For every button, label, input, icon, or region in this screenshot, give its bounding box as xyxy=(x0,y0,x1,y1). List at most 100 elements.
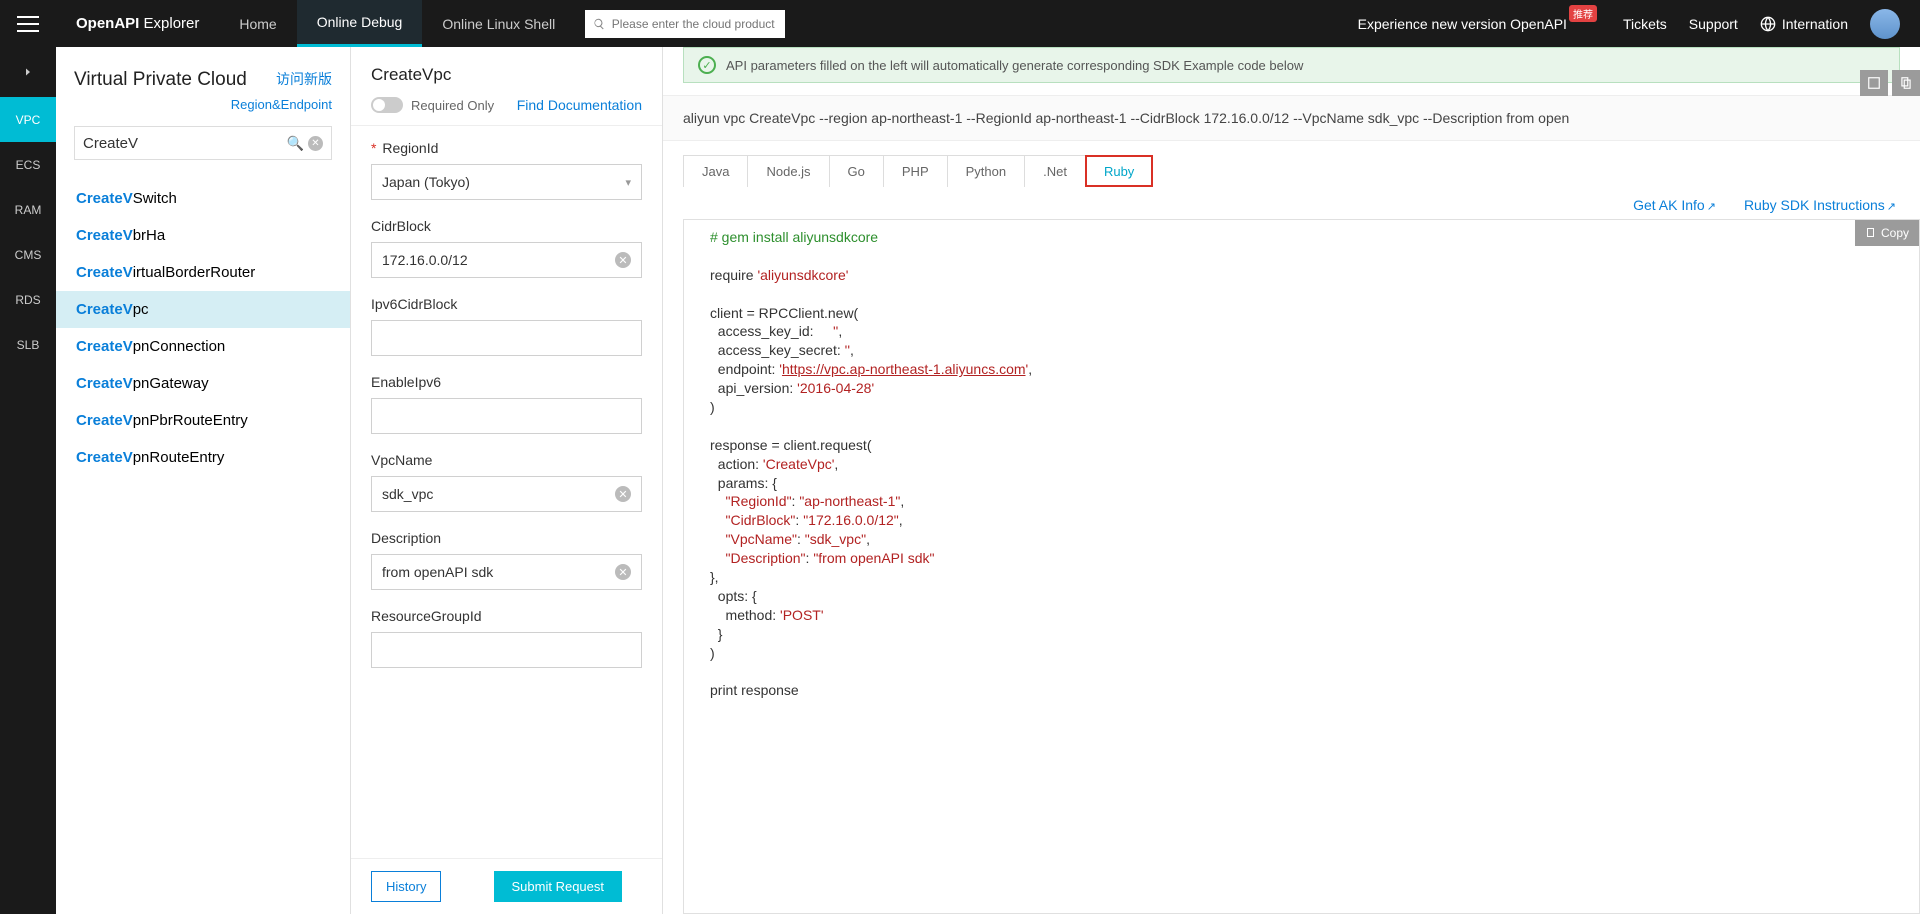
params-panel: CreateVpc Required Only Find Documentati… xyxy=(351,47,663,914)
lang-tab-python[interactable]: Python xyxy=(947,155,1025,187)
field-regionid: * RegionId Japan (Tokyo)▾ xyxy=(371,140,642,200)
field-control[interactable]: ✕ xyxy=(371,242,642,278)
field-input[interactable] xyxy=(382,408,631,424)
topbar: OpenAPI Explorer Home Online Debug Onlin… xyxy=(0,0,1920,47)
rail-rds[interactable]: RDS xyxy=(0,277,56,322)
internation-link[interactable]: Internation xyxy=(1760,16,1848,32)
field-label: ResourceGroupId xyxy=(371,608,642,624)
field-control[interactable]: ✕ xyxy=(371,476,642,512)
api-item[interactable]: CreateVpnGateway xyxy=(56,365,350,402)
cmd-copy-icon[interactable] xyxy=(1892,70,1920,96)
service-title: Virtual Private Cloud xyxy=(74,69,247,91)
code-editor[interactable]: Copy # gem install aliyunsdkcore require… xyxy=(683,219,1920,914)
tickets-link[interactable]: Tickets xyxy=(1623,16,1667,32)
api-item[interactable]: CreateVpc xyxy=(56,291,350,328)
field-input[interactable] xyxy=(382,252,631,268)
avatar[interactable] xyxy=(1870,9,1900,39)
info-banner: ✓ API parameters filled on the left will… xyxy=(683,47,1900,83)
experience-link[interactable]: Experience new version OpenAPI推荐 xyxy=(1358,15,1601,32)
field-vpcname: VpcName ✕ xyxy=(371,452,642,512)
lang-tab-node.js[interactable]: Node.js xyxy=(747,155,829,187)
field-control[interactable] xyxy=(371,398,642,434)
search-icon[interactable]: 🔍 xyxy=(287,135,304,152)
field-enableipv6: EnableIpv6 xyxy=(371,374,642,434)
nav-online-debug[interactable]: Online Debug xyxy=(297,0,423,47)
lang-tab-php[interactable]: PHP xyxy=(883,155,948,187)
api-filter-input[interactable] xyxy=(83,135,283,152)
field-ipv6cidrblock: Ipv6CidrBlock xyxy=(371,296,642,356)
api-list: CreateVSwitchCreateVbrHaCreateVirtualBor… xyxy=(56,170,350,486)
region-endpoint-link[interactable]: Region&Endpoint xyxy=(56,91,350,122)
field-control[interactable] xyxy=(371,632,642,668)
banner-text: API parameters filled on the left will a… xyxy=(726,58,1303,73)
side-rail: VPC ECS RAM CMS RDS SLB xyxy=(0,47,56,914)
copy-icon xyxy=(1865,227,1877,239)
rail-ram[interactable]: RAM xyxy=(0,187,56,232)
field-cidrblock: CidrBlock ✕ xyxy=(371,218,642,278)
support-link[interactable]: Support xyxy=(1689,16,1738,32)
lang-tab-ruby[interactable]: Ruby xyxy=(1085,155,1153,187)
product-search[interactable] xyxy=(585,10,785,38)
product-search-input[interactable] xyxy=(612,17,777,31)
ak-info-link[interactable]: Get AK Info↗ xyxy=(1633,197,1716,213)
params-form: * RegionId Japan (Tokyo)▾ CidrBlock ✕ Ipv6Ci… xyxy=(351,126,662,858)
clear-icon[interactable]: ✕ xyxy=(615,252,631,268)
check-icon: ✓ xyxy=(698,56,716,74)
field-input[interactable] xyxy=(382,564,631,580)
api-item[interactable]: CreateVirtualBorderRouter xyxy=(56,254,350,291)
globe-icon xyxy=(1760,16,1776,32)
sdk-instructions-link[interactable]: Ruby SDK Instructions↗ xyxy=(1744,197,1896,213)
field-label: CidrBlock xyxy=(371,218,642,234)
clear-icon[interactable]: ✕ xyxy=(615,486,631,502)
field-description: Description ✕ xyxy=(371,530,642,590)
cli-command: aliyun vpc CreateVpc --region ap-northea… xyxy=(663,95,1920,141)
api-item[interactable]: CreateVSwitch xyxy=(56,180,350,217)
chevron-right-icon xyxy=(22,66,34,78)
menu-icon[interactable] xyxy=(0,0,56,47)
field-input[interactable] xyxy=(382,330,631,346)
clear-icon[interactable]: ✕ xyxy=(308,136,323,151)
field-label: Description xyxy=(371,530,642,546)
rail-slb[interactable]: SLB xyxy=(0,322,56,367)
cli-text: aliyun vpc CreateVpc --region ap-northea… xyxy=(683,110,1569,126)
nav-linux-shell[interactable]: Online Linux Shell xyxy=(422,0,575,47)
cmd-expand-icon[interactable] xyxy=(1860,70,1888,96)
field-resourcegroupid: ResourceGroupId xyxy=(371,608,642,668)
clear-icon[interactable]: ✕ xyxy=(615,564,631,580)
history-button[interactable]: History xyxy=(371,871,441,902)
field-input[interactable] xyxy=(382,642,631,658)
field-input[interactable] xyxy=(382,486,631,502)
lang-tab-go[interactable]: Go xyxy=(829,155,884,187)
rail-vpc[interactable]: VPC xyxy=(0,97,56,142)
field-label: Ipv6CidrBlock xyxy=(371,296,642,312)
api-item[interactable]: CreateVbrHa xyxy=(56,217,350,254)
rail-expand[interactable] xyxy=(0,47,56,97)
recommend-badge: 推荐 xyxy=(1569,5,1597,22)
visit-new-link[interactable]: 访问新版 xyxy=(276,69,332,89)
field-label: VpcName xyxy=(371,452,642,468)
rail-ecs[interactable]: ECS xyxy=(0,142,56,187)
nav-home[interactable]: Home xyxy=(219,0,296,47)
required-only-label: Required Only xyxy=(411,98,494,113)
search-icon xyxy=(593,17,606,31)
api-item[interactable]: CreateVpnPbrRouteEntry xyxy=(56,402,350,439)
api-item[interactable]: CreateVpnConnection xyxy=(56,328,350,365)
logo: OpenAPI Explorer xyxy=(56,15,219,32)
api-item[interactable]: CreateVpnRouteEntry xyxy=(56,439,350,476)
field-control[interactable]: ✕ xyxy=(371,554,642,590)
api-filter[interactable]: 🔍 ✕ xyxy=(74,126,332,160)
lang-tab-java[interactable]: Java xyxy=(683,155,748,187)
rail-cms[interactable]: CMS xyxy=(0,232,56,277)
api-title: CreateVpc xyxy=(371,65,642,85)
field-control[interactable] xyxy=(371,320,642,356)
field-label: * RegionId xyxy=(371,140,642,156)
find-doc-link[interactable]: Find Documentation xyxy=(517,97,642,113)
field-control[interactable]: Japan (Tokyo)▾ xyxy=(371,164,642,200)
lang-tabs: JavaNode.jsGoPHPPython.NetRuby xyxy=(663,141,1920,187)
submit-button[interactable]: Submit Request xyxy=(494,871,623,902)
api-list-panel: Virtual Private Cloud 访问新版 Region&Endpoi… xyxy=(56,47,351,914)
lang-tab-.net[interactable]: .Net xyxy=(1024,155,1086,187)
code-panel: ✓ API parameters filled on the left will… xyxy=(663,47,1920,914)
required-only-toggle[interactable] xyxy=(371,97,403,113)
copy-button[interactable]: Copy xyxy=(1855,220,1919,246)
